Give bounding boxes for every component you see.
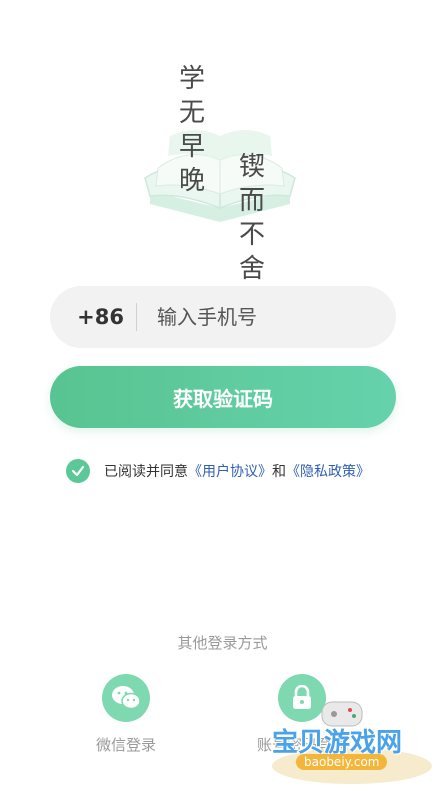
agreement-text: 已阅读并同意 xyxy=(104,464,188,480)
wechat-login-option[interactable]: 微信登录 xyxy=(76,674,176,755)
watermark: 宝贝游戏网 baobeiy.com xyxy=(262,696,442,788)
hero-illustration: 学无早晚 锲而不舍 xyxy=(0,0,445,290)
agreement-checkbox[interactable] xyxy=(66,459,90,483)
slogan-left: 学无早晚 xyxy=(178,64,205,196)
wechat-icon[interactable] xyxy=(102,674,150,722)
user-agreement-link[interactable]: 《用户协议》 xyxy=(188,461,272,481)
phone-field[interactable]: +86 xyxy=(50,286,396,348)
phone-input[interactable] xyxy=(157,305,357,329)
other-login-title: 其他登录方式 xyxy=(177,634,268,652)
watermark-url: baobeiy.com xyxy=(296,754,388,770)
open-book-icon xyxy=(144,130,296,222)
agreement-row: 已阅读并同意 《用户协议》 和 《隐私政策》 xyxy=(66,459,370,483)
country-code[interactable]: +86 xyxy=(50,305,136,329)
agreement-and: 和 xyxy=(272,464,286,480)
divider xyxy=(136,303,137,331)
slogan-right: 锲而不舍 xyxy=(238,152,265,284)
privacy-policy-link[interactable]: 《隐私政策》 xyxy=(286,461,370,481)
get-code-button[interactable]: 获取验证码 xyxy=(50,366,396,428)
check-icon xyxy=(71,465,85,477)
wechat-login-label: 微信登录 xyxy=(95,736,156,754)
